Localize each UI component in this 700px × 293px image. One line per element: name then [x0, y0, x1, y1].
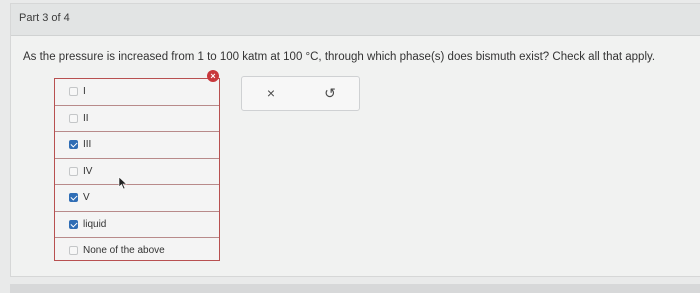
checkbox[interactable] [69, 246, 78, 255]
mouse-cursor-icon [118, 176, 128, 190]
incorrect-icon: × [207, 70, 219, 82]
checkbox[interactable] [69, 193, 78, 202]
checkbox[interactable] [69, 166, 78, 176]
option-v[interactable]: V [55, 185, 219, 212]
option-label: I [83, 86, 86, 97]
option-iii[interactable]: III [55, 132, 219, 159]
bottom-strip [10, 284, 700, 293]
option-label: II [83, 112, 89, 124]
option-label: V [83, 192, 90, 203]
close-icon[interactable]: × [261, 85, 281, 103]
option-label: III [83, 139, 92, 150]
question-text: As the pressure is increased from 1 to 1… [23, 51, 656, 63]
option-label: IV [83, 165, 93, 177]
option-iv[interactable]: IV [55, 159, 219, 185]
checkbox[interactable] [69, 219, 78, 229]
checkbox[interactable] [69, 140, 78, 149]
checkbox[interactable] [69, 113, 78, 123]
option-none-of-the-above[interactable]: None of the above [55, 238, 219, 265]
option-label: liquid [83, 218, 107, 230]
answer-actions: × ↺ [241, 76, 360, 111]
option-label: None of the above [83, 245, 165, 256]
part-header: Part 3 of 4 [11, 4, 700, 36]
option-ii[interactable]: II [55, 106, 219, 132]
answer-options: I II III IV V liquid None of the above [54, 78, 220, 261]
option-i[interactable]: I [55, 79, 219, 106]
undo-icon[interactable]: ↺ [320, 85, 340, 103]
checkbox[interactable] [69, 87, 78, 96]
question-card: Part 3 of 4 As the pressure is increased… [10, 3, 700, 277]
option-liquid[interactable]: liquid [55, 212, 219, 238]
part-label: Part 3 of 4 [19, 12, 70, 24]
